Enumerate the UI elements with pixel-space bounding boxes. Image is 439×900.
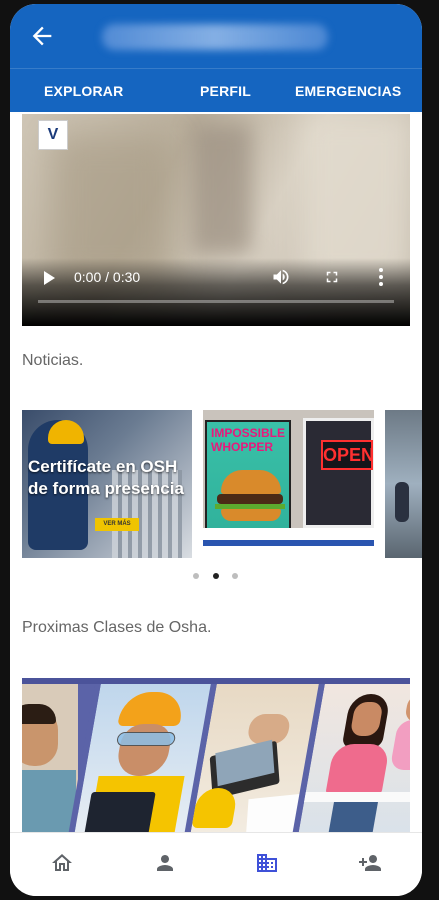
more-vert-icon[interactable]: [377, 267, 385, 287]
shop-window: [303, 418, 374, 528]
photo-shape: [117, 692, 186, 726]
scroll-content[interactable]: V 0:00 / 0:30 Noticias. Certifícate en O…: [10, 112, 422, 832]
classes-section-title: Proximas Clases de Osha.: [22, 619, 212, 636]
card-image-shape: [48, 420, 84, 444]
news-section-title: Noticias.: [22, 352, 84, 369]
tab-perfil[interactable]: PERFIL: [200, 83, 251, 99]
photo-shape: [84, 792, 156, 832]
news-card-headline-line1: Certifícate en OSH: [28, 457, 178, 476]
arrow-back-icon[interactable]: [28, 22, 56, 50]
video-logo: V: [38, 120, 68, 150]
photo-shape: [22, 770, 76, 832]
play-icon[interactable]: [44, 271, 55, 285]
burger-shape: [221, 470, 281, 494]
burger-shape: [217, 494, 283, 504]
news-card-headline: Certifícate en OSH de forma presencia: [28, 456, 192, 500]
app-bar: [10, 4, 422, 68]
photo-shape: [404, 694, 410, 722]
tab-emergencias[interactable]: EMERGENCIAS: [295, 83, 401, 99]
carousel-dot-active[interactable]: [213, 573, 219, 579]
open-sign: OPEN: [321, 440, 374, 470]
tab-bar: EXPLORAR PERFIL EMERGENCIAS: [10, 68, 422, 112]
video-player[interactable]: V 0:00 / 0:30: [22, 114, 410, 326]
news-card-street[interactable]: [385, 410, 422, 558]
blurred-title: [102, 24, 328, 50]
tab-explorar[interactable]: EXPLORAR: [44, 83, 123, 99]
photo-shape: [303, 792, 410, 802]
carousel-dot[interactable]: [232, 573, 238, 579]
video-time: 0:00 / 0:30: [74, 269, 141, 285]
home-icon[interactable]: [50, 851, 74, 875]
photo-shape: [191, 788, 239, 828]
news-carousel[interactable]: Certifícate en OSH de forma presencia VE…: [22, 410, 422, 558]
photo-shape: [22, 704, 56, 724]
video-controls: 0:00 / 0:30: [22, 258, 410, 326]
business-icon[interactable]: [255, 851, 279, 875]
news-card-cta-button[interactable]: VER MÁS: [95, 518, 139, 531]
carousel-indicator: [10, 573, 422, 583]
poster-text: IMPOSSIBLE WHOPPER: [211, 426, 286, 454]
news-card-whopper[interactable]: IMPOSSIBLE WHOPPER OPEN: [203, 410, 374, 558]
banner-photo-student: [22, 684, 78, 832]
photo-shape: [389, 720, 410, 770]
volume-icon[interactable]: [270, 267, 292, 287]
fullscreen-icon[interactable]: [323, 268, 341, 286]
photo-shape: [328, 802, 378, 832]
burger-shape: [221, 509, 281, 521]
person-add-icon[interactable]: [358, 851, 382, 875]
video-frame-shape: [192, 124, 252, 254]
news-card-osha[interactable]: Certifícate en OSH de forma presencia VE…: [22, 410, 192, 558]
person-icon[interactable]: [153, 851, 177, 875]
video-progress-bar[interactable]: [38, 300, 394, 303]
app-screen: EXPLORAR PERFIL EMERGENCIAS V 0:00 / 0:3…: [10, 4, 422, 896]
storefront-stripe: [203, 528, 374, 558]
news-card-headline-line2: de forma presencia: [28, 479, 184, 498]
card-image-shape: [395, 482, 409, 522]
photo-shape: [325, 744, 391, 794]
photo-shape: [115, 732, 177, 746]
bottom-navigation: [10, 832, 422, 896]
osha-classes-banner[interactable]: [22, 678, 410, 832]
carousel-dot[interactable]: [193, 573, 199, 579]
